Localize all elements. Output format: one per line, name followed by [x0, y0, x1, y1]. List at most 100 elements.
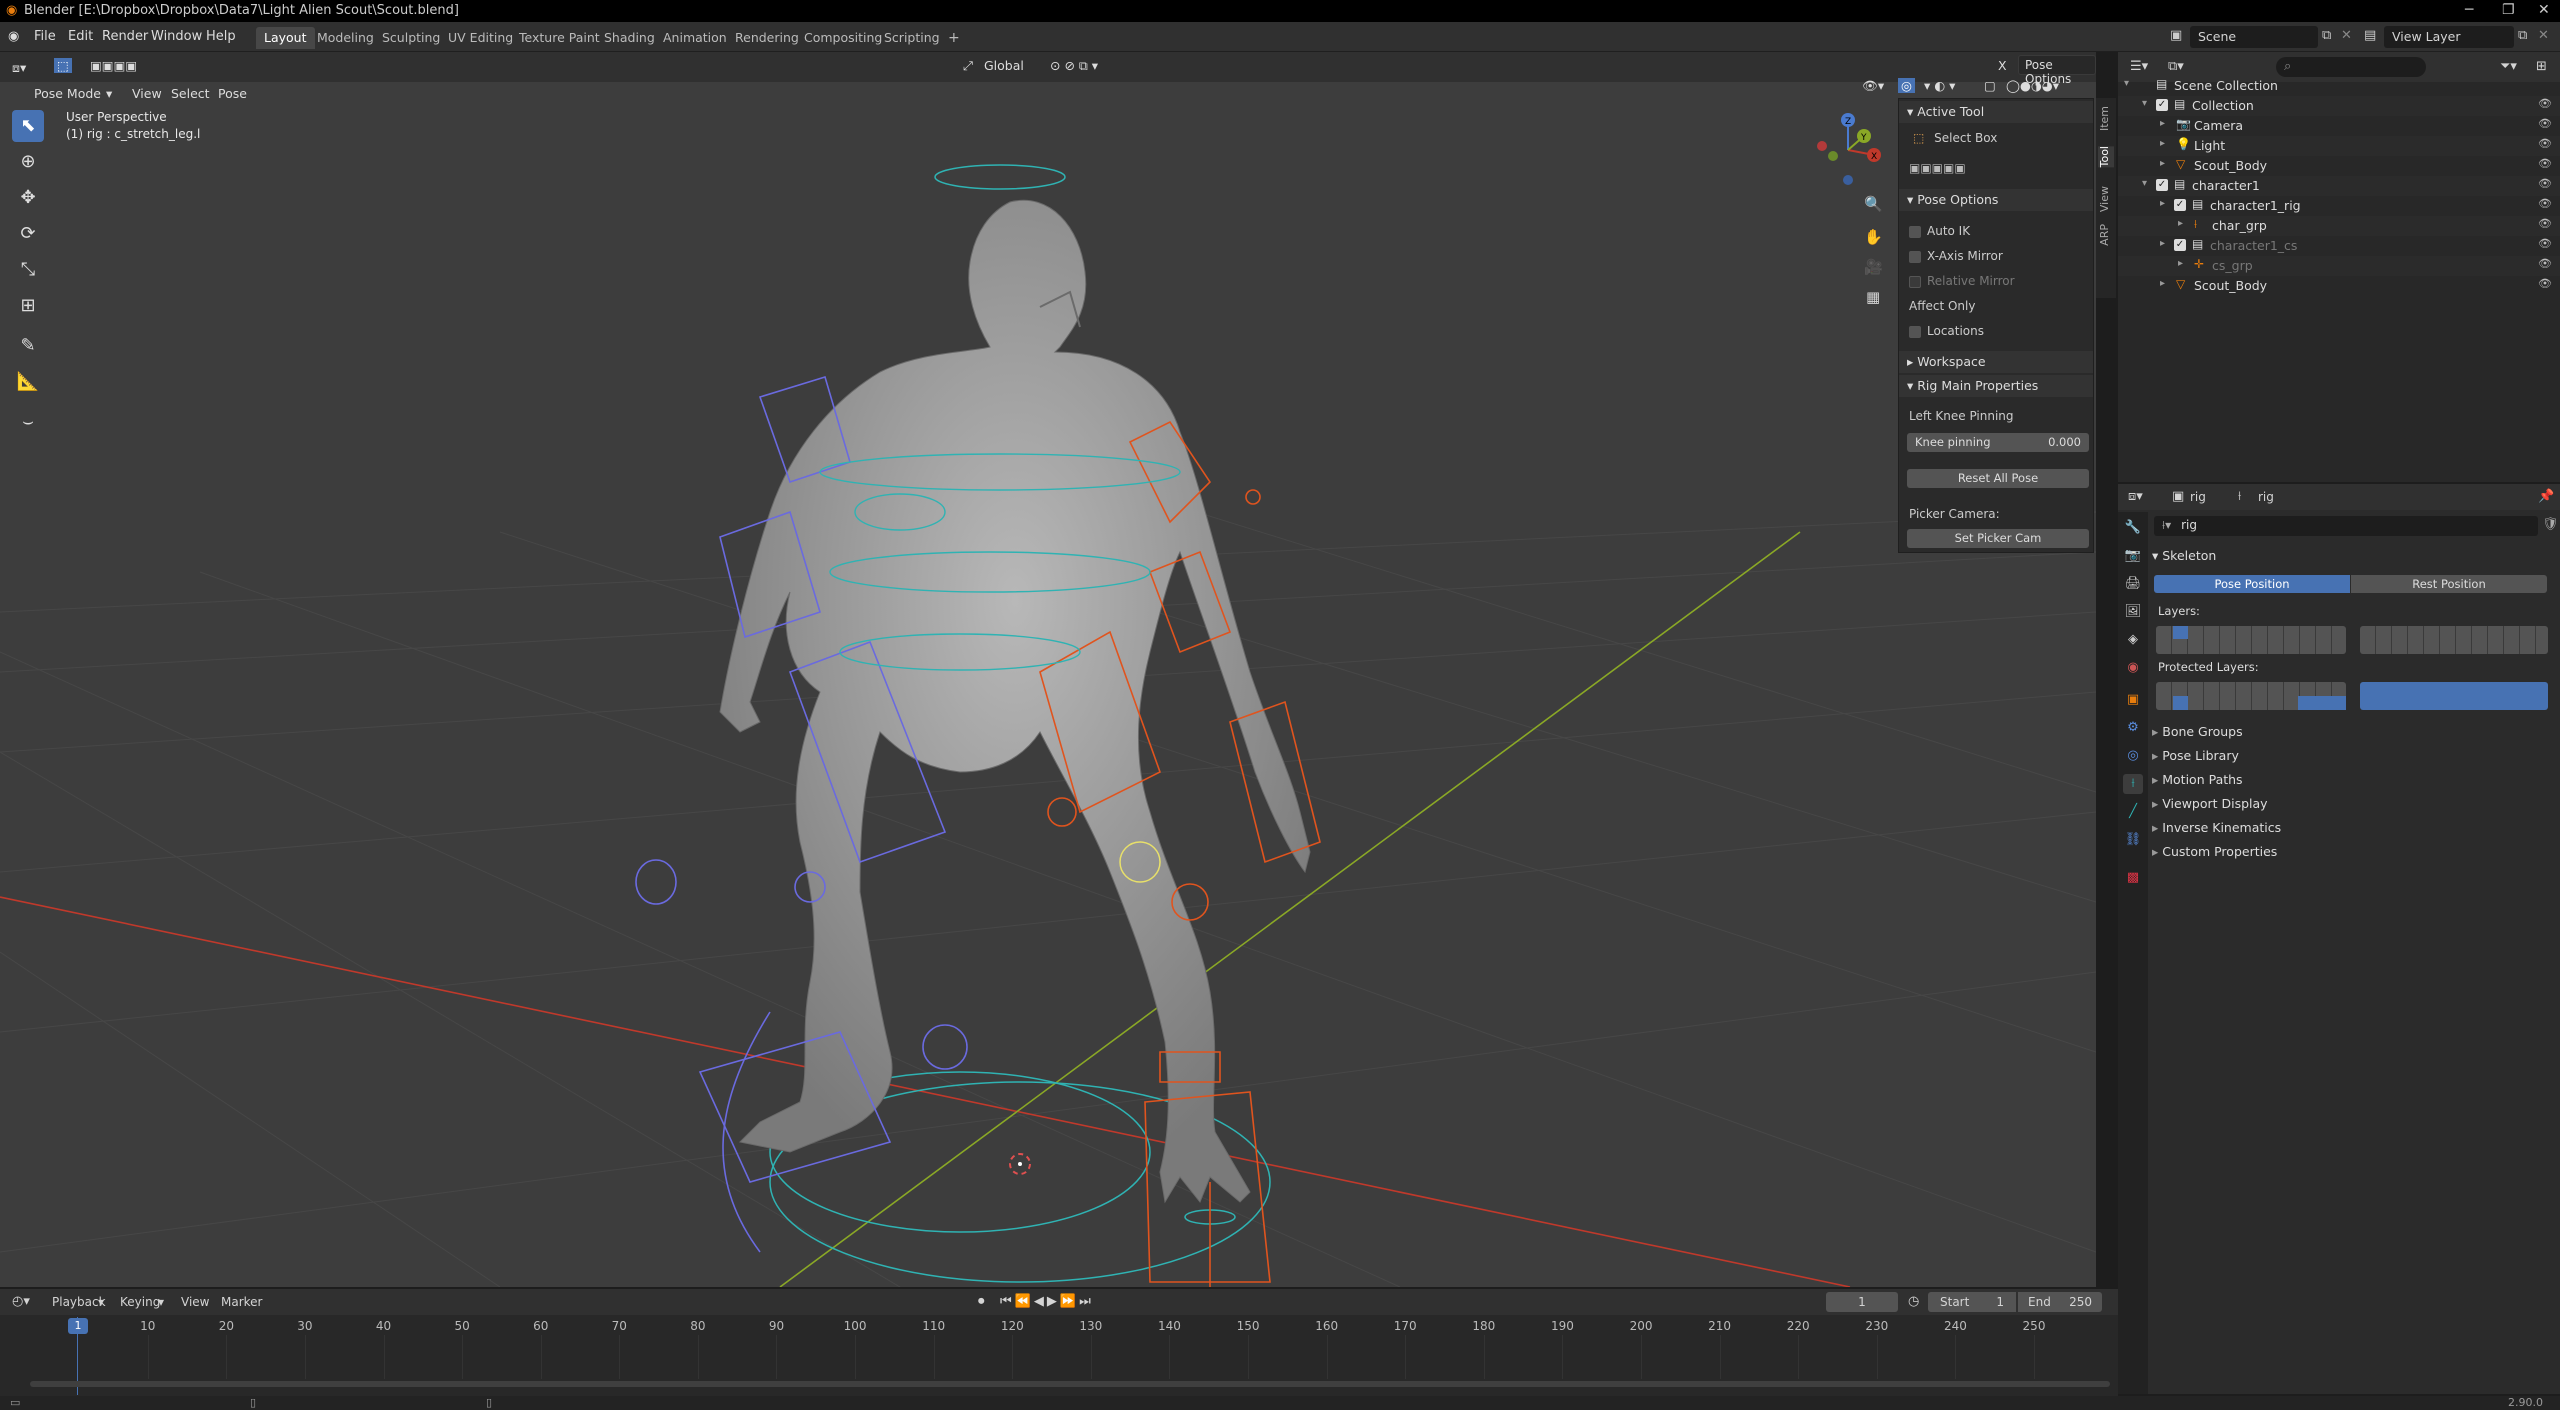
expand-icon[interactable]: ▸: [2178, 218, 2183, 229]
workspace-tab-uv-editing[interactable]: UV Editing: [440, 27, 521, 49]
cursor-tool-icon[interactable]: ⊕: [12, 146, 44, 178]
add-workspace-icon[interactable]: +: [940, 27, 968, 49]
measure-tool-icon[interactable]: 📐: [12, 366, 44, 398]
scale-tool-icon[interactable]: ⤡: [12, 254, 44, 286]
playhead-frame-indicator[interactable]: 1: [68, 1318, 88, 1334]
select-box-tool-icon[interactable]: ⬚: [54, 58, 72, 73]
expand-icon[interactable]: ▸: [2160, 158, 2165, 169]
expand-icon[interactable]: ▸: [2178, 258, 2183, 269]
visibility-eye-icon[interactable]: 👁: [2538, 197, 2552, 210]
properties-section-header[interactable]: ▸ Motion Paths: [2152, 772, 2243, 787]
blender-menu-icon[interactable]: ◉: [8, 29, 19, 44]
workspace-tab-texture-paint[interactable]: Texture Paint: [511, 27, 608, 49]
expand-icon[interactable]: ▸: [2160, 278, 2165, 289]
physics-tab-icon[interactable]: ◎: [2123, 746, 2143, 766]
visibility-eye-icon[interactable]: 👁: [2538, 277, 2552, 290]
transform-tool-icon[interactable]: ⊞: [12, 290, 44, 322]
navigation-gizmo[interactable]: Z X Y: [1808, 110, 1888, 190]
outliner-row[interactable]: ▸ 📷 Camera 👁: [2118, 116, 2560, 136]
minimize-icon[interactable]: ─: [2465, 2, 2473, 18]
auto-ik-checkbox[interactable]: Auto IK: [1909, 224, 1970, 238]
properties-section-header[interactable]: ▸ Inverse Kinematics: [2152, 820, 2281, 835]
pan-icon[interactable]: ✋: [1864, 228, 1883, 246]
outliner-row[interactable]: ▾ ✓ ▤ Collection 👁: [2118, 96, 2560, 116]
rest-position-button[interactable]: Rest Position: [2351, 575, 2547, 593]
outliner-row[interactable]: ▾ ✓ ▤ character1 👁: [2118, 176, 2560, 196]
outliner-row[interactable]: ▸ ▽ Scout_Body 👁: [2118, 276, 2560, 296]
skeleton-header[interactable]: ▾ Skeleton: [2152, 548, 2216, 563]
ortho-toggle-icon[interactable]: ▦: [1866, 288, 1880, 306]
active-tool-row[interactable]: ⬚ Select Box: [1913, 131, 1997, 145]
expand-icon[interactable]: ▾: [2142, 178, 2147, 189]
maximize-icon[interactable]: ❐: [2502, 2, 2515, 18]
visibility-eye-icon[interactable]: 👁: [2538, 257, 2552, 270]
pose-options-header[interactable]: ▾ Pose Options: [1899, 189, 2093, 211]
display-mode-icon[interactable]: ⧉▾: [2168, 59, 2184, 74]
view-object-types-icon[interactable]: 👁▾: [1862, 78, 1884, 94]
scene-selector[interactable]: Scene: [2190, 26, 2318, 48]
pivot-icon[interactable]: ⊙ ⊘ ⧉ ▾: [1050, 58, 1098, 74]
layers-grid-right[interactable]: [2360, 626, 2548, 654]
reset-all-pose-button[interactable]: Reset All Pose: [1907, 469, 2089, 488]
menu-window[interactable]: Window: [151, 29, 202, 44]
pin-icon[interactable]: 📌: [2538, 489, 2554, 504]
protected-layers-grid-right[interactable]: [2360, 682, 2548, 710]
workspace-tab-animation[interactable]: Animation: [655, 27, 735, 49]
outliner-row[interactable]: ▾ ▤ Scene Collection: [2118, 76, 2560, 96]
view-layer-tab-icon[interactable]: 🖼: [2123, 602, 2143, 622]
relative-mirror-checkbox[interactable]: Relative Mirror: [1909, 274, 2015, 288]
properties-section-header[interactable]: ▸ Bone Groups: [2152, 724, 2243, 739]
workspace-tab-shading[interactable]: Shading: [596, 27, 663, 49]
output-tab-icon[interactable]: 🖨: [2123, 574, 2143, 594]
armature-data-tab-icon[interactable]: ⟊: [2123, 774, 2143, 794]
expand-icon[interactable]: ▾: [2142, 98, 2147, 109]
object-tab-icon[interactable]: ▣: [2123, 690, 2143, 710]
visibility-eye-icon[interactable]: 👁: [2538, 157, 2552, 170]
relax-tool-icon[interactable]: ⌣: [12, 406, 44, 438]
3d-viewport[interactable]: ⧈▾ Pose Mode ▾ View Select Pose ⬚ ▣▣▣▣ ⤢…: [0, 52, 2096, 1287]
timeline-scrollbar[interactable]: [30, 1381, 2110, 1387]
modifiers-tab-icon[interactable]: ⚙: [2123, 718, 2143, 738]
expand-icon[interactable]: ▸: [2160, 138, 2165, 149]
properties-editor-icon[interactable]: ⧈▾: [2128, 489, 2143, 504]
new-collection-icon[interactable]: ⊞: [2536, 59, 2547, 74]
visibility-eye-icon[interactable]: 👁: [2538, 237, 2552, 250]
zoom-icon[interactable]: 🔍: [1864, 195, 1883, 213]
fake-user-icon[interactable]: 🛡: [2542, 517, 2559, 532]
outliner-search-input[interactable]: ⌕: [2276, 57, 2426, 77]
pose-options-button[interactable]: Pose Options: [2018, 55, 2096, 86]
x-mirror-toggle[interactable]: X: [1998, 58, 2007, 73]
visibility-eye-icon[interactable]: 👁: [2538, 117, 2552, 130]
outliner-editor-icon[interactable]: ☰▾: [2130, 59, 2148, 74]
rotate-tool-icon[interactable]: ⟳: [12, 218, 44, 250]
properties-section-header[interactable]: ▸ Viewport Display: [2152, 796, 2268, 811]
tool-tab-icon[interactable]: 🔧: [2123, 518, 2143, 538]
menu-render[interactable]: Render: [102, 29, 148, 44]
visibility-eye-icon[interactable]: 👁: [2538, 177, 2552, 190]
locations-checkbox[interactable]: Locations: [1909, 324, 1984, 338]
pose-position-button[interactable]: Pose Position: [2154, 575, 2350, 593]
outliner-row[interactable]: ▸ 💡 Light 👁: [2118, 136, 2560, 156]
outliner-row[interactable]: ▸ ⟊ char_grp 👁: [2118, 216, 2560, 236]
properties-search-input[interactable]: ⟊▾ rig: [2154, 516, 2538, 536]
gizmo-toggle-icon[interactable]: ▾ ◐ ▾: [1924, 78, 1955, 93]
menu-help[interactable]: Help: [206, 29, 236, 44]
expand-icon[interactable]: ▸: [2160, 118, 2165, 129]
selection-modes-icon[interactable]: ▣▣▣▣: [90, 58, 137, 73]
workspace-tab-scripting[interactable]: Scripting: [876, 27, 948, 49]
knee-pinning-slider[interactable]: Knee pinning 0.000: [1907, 433, 2089, 452]
menu-file[interactable]: File: [34, 29, 56, 44]
visibility-eye-icon[interactable]: 👁: [2538, 97, 2552, 110]
workspace-header[interactable]: ▸ Workspace: [1899, 351, 2093, 373]
visibility-eye-icon[interactable]: 👁: [2538, 137, 2552, 150]
scene-icon[interactable]: ▣: [2170, 28, 2182, 43]
tab-view[interactable]: View: [2098, 186, 2114, 212]
active-tool-header[interactable]: ▾ Active Tool: [1899, 101, 2093, 123]
tab-arp[interactable]: ARP: [2098, 224, 2114, 246]
transform-orientation-selector[interactable]: Global: [984, 58, 1024, 73]
tab-item[interactable]: Item: [2098, 106, 2114, 131]
outliner-row[interactable]: ▸ ✓ ▤ character1_cs 👁: [2118, 236, 2560, 256]
remove-view-layer-icon[interactable]: ✕: [2538, 28, 2549, 43]
scene-tab-icon[interactable]: ◈: [2123, 630, 2143, 650]
visibility-eye-icon[interactable]: 👁: [2538, 217, 2552, 230]
